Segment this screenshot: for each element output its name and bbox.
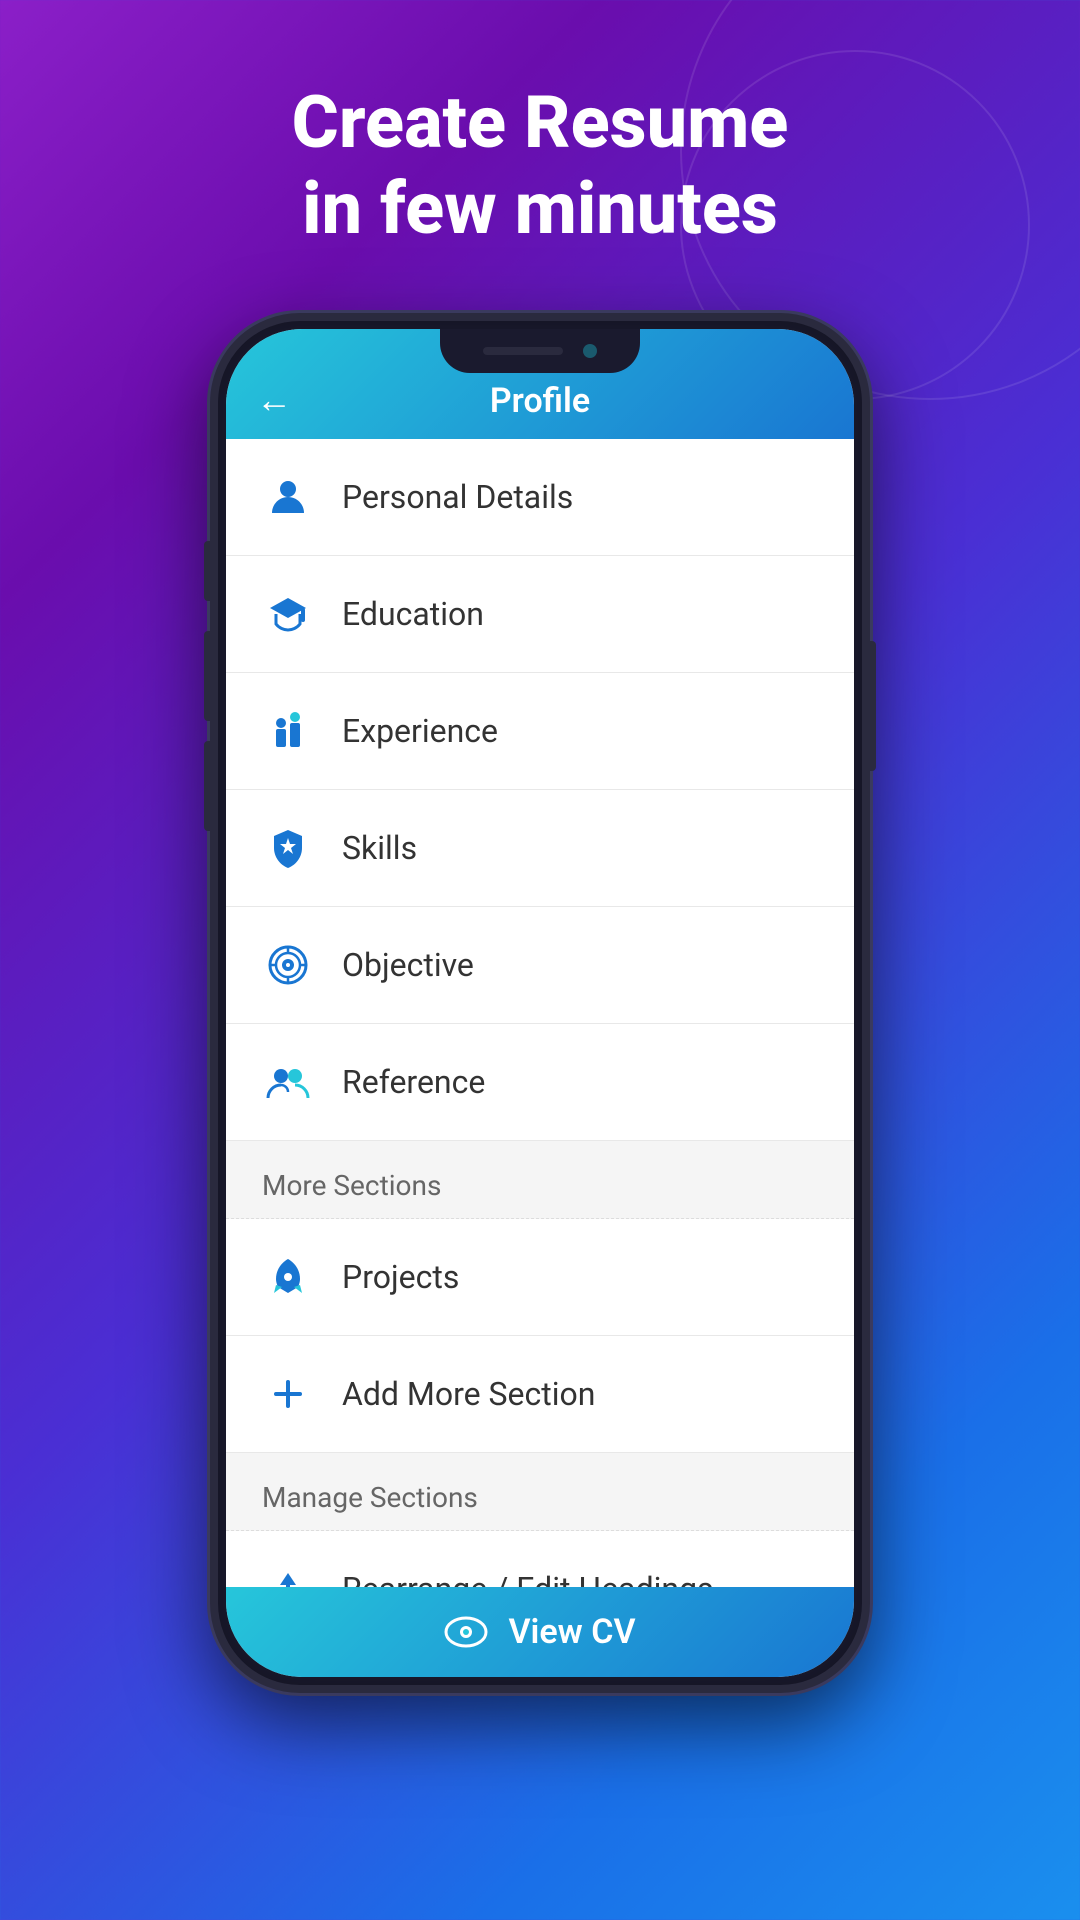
hero-headline: Create Resume in few minutes bbox=[232, 80, 849, 253]
menu-item-reference[interactable]: Reference bbox=[226, 1024, 854, 1141]
rearrange-edit-headings-label: Rearrange / Edit Headings bbox=[342, 1570, 714, 1587]
person-icon bbox=[262, 471, 314, 523]
personal-details-label: Personal Details bbox=[342, 478, 573, 516]
menu-item-education[interactable]: Education bbox=[226, 556, 854, 673]
objective-label: Objective bbox=[342, 946, 474, 984]
rocket-icon bbox=[262, 1251, 314, 1303]
projects-label: Projects bbox=[342, 1258, 459, 1296]
bottom-bar[interactable]: View CV bbox=[226, 1587, 854, 1677]
camera bbox=[583, 344, 597, 358]
notch bbox=[440, 329, 640, 373]
shield-star-icon bbox=[262, 822, 314, 874]
target-icon bbox=[262, 939, 314, 991]
experience-label: Experience bbox=[342, 712, 498, 750]
reference-icon bbox=[262, 1056, 314, 1108]
power-btn bbox=[862, 641, 876, 771]
header-title: Profile bbox=[312, 381, 768, 421]
phone-frame: ← Profile Personal Details bbox=[210, 313, 870, 1693]
view-cv-label: View CV bbox=[508, 1612, 635, 1652]
menu-item-rearrange-edit-headings[interactable]: Rearrange / Edit Headings bbox=[226, 1531, 854, 1587]
eye-icon bbox=[444, 1614, 488, 1650]
back-button[interactable]: ← bbox=[256, 379, 292, 421]
speaker bbox=[483, 347, 563, 355]
menu-item-personal-details[interactable]: Personal Details bbox=[226, 439, 854, 556]
menu-item-skills[interactable]: Skills bbox=[226, 790, 854, 907]
volume-silent-btn bbox=[204, 541, 218, 601]
education-icon bbox=[262, 588, 314, 640]
updown-icon bbox=[262, 1563, 314, 1587]
reference-label: Reference bbox=[342, 1063, 485, 1101]
more-sections-header: More Sections bbox=[226, 1141, 854, 1219]
skills-label: Skills bbox=[342, 829, 417, 867]
volume-up-btn bbox=[204, 631, 218, 721]
experience-icon bbox=[262, 705, 314, 757]
menu-item-projects[interactable]: Projects bbox=[226, 1219, 854, 1336]
plus-icon bbox=[262, 1368, 314, 1420]
app-content: Personal Details Education bbox=[226, 439, 854, 1587]
menu-item-add-more-section[interactable]: Add More Section bbox=[226, 1336, 854, 1453]
education-label: Education bbox=[342, 595, 484, 633]
menu-item-objective[interactable]: Objective bbox=[226, 907, 854, 1024]
phone-screen: ← Profile Personal Details bbox=[226, 329, 854, 1677]
menu-item-experience[interactable]: Experience bbox=[226, 673, 854, 790]
manage-sections-header: Manage Sections bbox=[226, 1453, 854, 1531]
volume-down-btn bbox=[204, 741, 218, 831]
add-more-section-label: Add More Section bbox=[342, 1375, 595, 1413]
